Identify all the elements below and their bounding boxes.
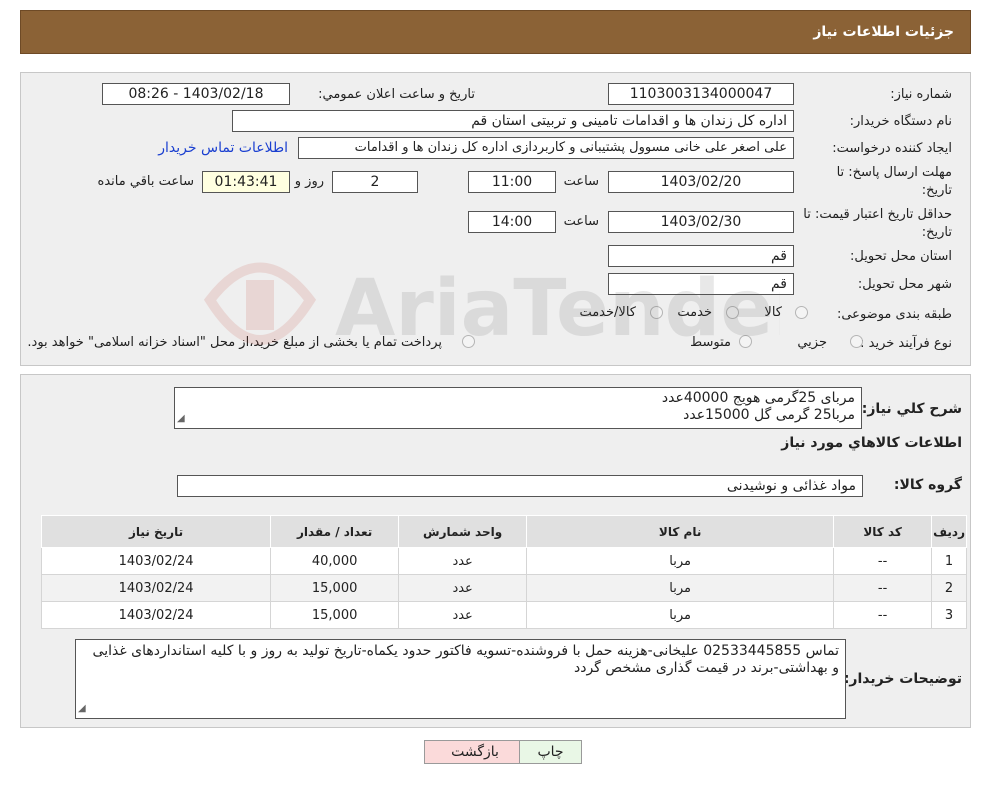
print-button[interactable]: چاپ — [519, 740, 582, 764]
category-option-service: خدمت — [677, 305, 712, 320]
table-row: 2 -- مربا عدد 15,000 1403/02/24 — [40, 574, 967, 602]
cell-code: -- — [833, 601, 933, 629]
process-radio-minor[interactable] — [850, 335, 863, 348]
days-field: 2 — [332, 171, 418, 193]
need-number-label: شماره نیاز: — [890, 87, 952, 102]
resize-grip-icon[interactable]: ◢ — [78, 700, 86, 717]
cell-row: 2 — [931, 574, 967, 602]
goods-panel: شرح كلي نياز: مربای 25گرمی هویج 40000عدد… — [20, 374, 971, 728]
city-field: قم — [608, 273, 794, 295]
cell-quantity: 15,000 — [270, 574, 400, 602]
remaining-time-field: 01:43:41 — [202, 171, 290, 193]
province-field: قم — [608, 245, 794, 267]
goods-info-title: اطلاعات كالاهاي مورد نياز — [781, 435, 962, 451]
buyer-notes-textarea[interactable]: تماس 02533445855 علیخانی-هزینه حمل با فر… — [75, 639, 846, 719]
summary-label: شرح كلي نياز: — [861, 401, 962, 417]
cell-row: 3 — [931, 601, 967, 629]
goods-table-header: رديف كد كالا نام كالا واحد شمارش تعداد /… — [40, 515, 967, 548]
table-row: 1 -- مربا عدد 40,000 1403/02/24 — [40, 547, 967, 575]
buyer-org-label: نام دستگاه خريدار: — [849, 114, 952, 129]
days-label: روز و — [294, 174, 324, 189]
remaining-label: ساعت باقي مانده — [97, 174, 194, 189]
page-header: جزئیات اطلاعات نیاز — [20, 10, 971, 54]
cell-code: -- — [833, 547, 933, 575]
col-code: كد كالا — [833, 515, 933, 548]
cell-need-date: 1403/02/24 — [40, 574, 272, 602]
goods-table: رديف كد كالا نام كالا واحد شمارش تعداد /… — [40, 515, 967, 629]
creator-label: ايجاد کننده درخواست: — [832, 141, 952, 156]
buyer-notes-text: تماس 02533445855 علیخانی-هزینه حمل با فر… — [92, 643, 839, 676]
cell-quantity: 15,000 — [270, 601, 400, 629]
price-validity-label: حداقل تاريخ اعتبار قيمت: تا — [803, 207, 952, 222]
process-label: نوع فرآيند خريد : — [860, 336, 952, 351]
col-unit: واحد شمارش — [398, 515, 528, 548]
cell-name: مربا — [526, 601, 835, 629]
process-radio-medium[interactable] — [739, 335, 752, 348]
process-checkbox-treasury[interactable] — [462, 335, 475, 348]
table-row: 3 -- مربا عدد 15,000 1403/02/24 — [40, 601, 967, 629]
summary-line-2: مربا25 گرمی گل 15000عدد — [683, 407, 855, 423]
goods-group-label: گروه كالا: — [893, 477, 962, 493]
deadline-label: مهلت ارسال پاسخ: تا — [836, 165, 952, 180]
category-option-goods-service: کالا/خدمت — [579, 305, 636, 320]
cell-unit: عدد — [398, 574, 528, 602]
deadline-time-field: 11:00 — [468, 171, 556, 193]
goods-group-field: مواد غذائی و نوشیدنی — [177, 475, 863, 497]
summary-line-1: مربای 25گرمی هویج 40000عدد — [661, 390, 855, 406]
price-validity-label-2: تاريخ: — [921, 225, 952, 240]
col-row: رديف — [931, 515, 967, 548]
announce-label: تاریخ و ساعت اعلان عمومي: — [318, 87, 475, 102]
process-option-medium: متوسط — [690, 335, 731, 350]
category-radio-goods[interactable] — [795, 306, 808, 319]
category-option-goods: کالا — [764, 305, 782, 320]
cell-row: 1 — [931, 547, 967, 575]
cell-need-date: 1403/02/24 — [40, 601, 272, 629]
cell-name: مربا — [526, 547, 835, 575]
cell-quantity: 40,000 — [270, 547, 400, 575]
need-info-panel: شماره نیاز: 1103003134000047 تاریخ و ساع… — [20, 72, 971, 366]
back-button[interactable]: بازگشت — [424, 740, 526, 764]
deadline-date-field: 1403/02/20 — [608, 171, 794, 193]
price-validity-date-field: 1403/02/30 — [608, 211, 794, 233]
resize-grip-icon[interactable]: ◢ — [177, 410, 185, 427]
cell-need-date: 1403/02/24 — [40, 547, 272, 575]
cell-code: -- — [833, 574, 933, 602]
deadline-label-2: تاریخ: — [921, 183, 952, 198]
buyer-contact-link[interactable]: اطلاعات تماس خريدار — [158, 140, 288, 156]
price-validity-time-field: 14:00 — [468, 211, 556, 233]
col-need-date: تاريخ نياز — [40, 515, 272, 548]
cell-unit: عدد — [398, 547, 528, 575]
cell-unit: عدد — [398, 601, 528, 629]
process-note: پرداخت تمام يا بخشی از مبلغ خريد،از محل … — [27, 335, 442, 350]
price-validity-time-label: ساعت — [563, 214, 599, 229]
cell-name: مربا — [526, 574, 835, 602]
category-radio-goods-service[interactable] — [650, 306, 663, 319]
col-quantity: تعداد / مقدار — [270, 515, 400, 548]
need-number-field: 1103003134000047 — [608, 83, 794, 105]
page-title: جزئیات اطلاعات نیاز — [813, 24, 954, 40]
creator-field: علی اصغر علی خانی مسوول پشتیبانی و کاربر… — [298, 137, 794, 159]
announce-field: 1403/02/18 - 08:26 — [102, 83, 290, 105]
city-label: شهر محل تحويل: — [857, 277, 952, 292]
category-label: طبقه بندی موضوعی: — [836, 307, 952, 322]
process-option-minor: جزيي — [797, 335, 827, 350]
summary-textarea[interactable]: مربای 25گرمی هویج 40000عدد مربا25 گرمی گ… — [174, 387, 862, 429]
province-label: استان محل تحويل: — [850, 249, 952, 264]
col-name: نام كالا — [526, 515, 835, 548]
deadline-time-label: ساعت — [563, 174, 599, 189]
buyer-notes-label: توضيحات خريدار: — [843, 671, 962, 687]
category-radio-service[interactable] — [726, 306, 739, 319]
buyer-org-field: اداره کل زندان ها و اقدامات تامینی و ترب… — [232, 110, 794, 132]
